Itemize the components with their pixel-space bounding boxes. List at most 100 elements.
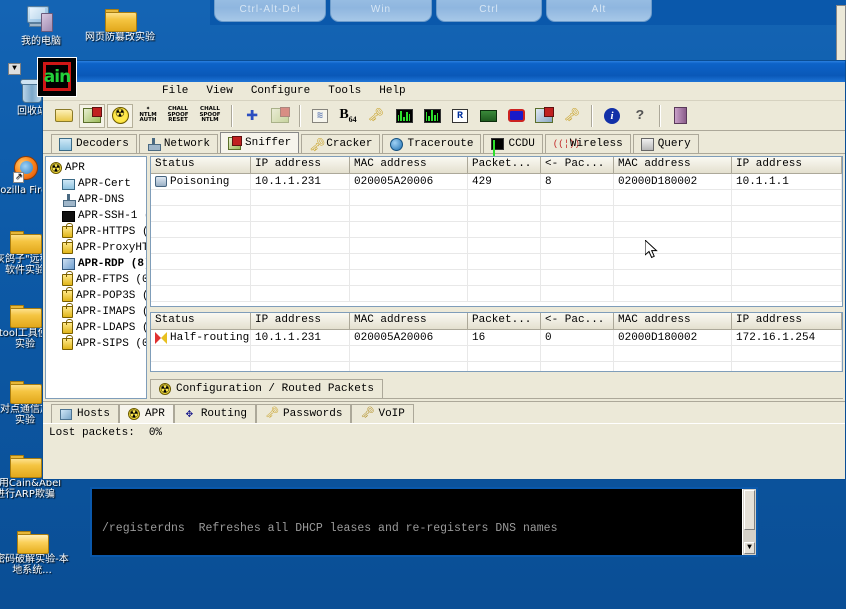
console-scrollbar[interactable]: ▼ [742, 489, 756, 555]
toolbar-base64-button[interactable]: B64 [335, 104, 361, 128]
rdp-win-button[interactable]: Win [330, 0, 432, 22]
tree-node-apr-dns[interactable]: APR-DNS [48, 192, 144, 208]
apr-tree-panel[interactable]: APR APR-Cert APR-DNS APR-SSH-1 (0) APR-H… [45, 156, 147, 399]
cell-mac-address-2: 02000D180002 [614, 174, 732, 189]
toolbar-hash-calculator-button[interactable]: ≋ [307, 104, 333, 128]
tree-node-apr-ftps[interactable]: APR-FTPS (0) [48, 271, 146, 288]
table-row[interactable]: Half-routing 10.1.1.231 020005A20006 16 … [151, 330, 842, 347]
apr-poisoning-grid[interactable]: Status IP address MAC address Packet... … [150, 156, 843, 308]
toolbar-cisco-key-button[interactable]: 🗝 [363, 104, 389, 128]
toolbar-wireless-monitor-button[interactable] [503, 104, 529, 128]
bottom-tab-passwords[interactable]: 🗝 Passwords [256, 404, 352, 423]
toolbar-traceroute-button[interactable] [531, 104, 557, 128]
menu-bar: File View Configure Tools Help [43, 82, 845, 101]
column-header-ip-address[interactable]: IP address [251, 313, 350, 330]
cain-content-area: APR APR-Cert APR-DNS APR-SSH-1 (0) APR-H… [43, 154, 845, 401]
tree-node-apr-sips[interactable]: APR-SIPS (0) [48, 335, 146, 352]
toolbar-remote-desktop-button[interactable] [475, 104, 501, 128]
toolbar-rsa-secureid-button[interactable] [391, 104, 417, 128]
tree-node-apr-pop3s[interactable]: APR-POP3S (0) [48, 287, 146, 304]
tree-node-apr-proxyhttps[interactable]: APR-ProxyHTTPS (0) [48, 239, 146, 256]
column-header-ip-address-2[interactable]: IP address [732, 313, 842, 330]
menu-configure[interactable]: Configure [242, 83, 319, 99]
move-arrows-icon: ✥ [185, 406, 193, 421]
bottom-tab-routing[interactable]: ✥ Routing [173, 404, 257, 423]
toolbar-start-stop-sniffer-button[interactable] [79, 103, 105, 128]
menu-help[interactable]: Help [370, 83, 414, 99]
window-dropdown-arrow-icon[interactable]: ▼ [8, 63, 21, 75]
scroll-down-arrow-icon[interactable]: ▼ [744, 542, 755, 554]
tree-node-apr-cert[interactable]: APR-Cert [48, 176, 144, 192]
desktop-icon-my-computer[interactable]: 我的电脑 [4, 6, 78, 47]
column-header-packets-back[interactable]: <- Pac... [541, 157, 614, 173]
menu-tools[interactable]: Tools [319, 83, 370, 99]
tab-network[interactable]: Network [138, 134, 219, 153]
toolbar-help-button[interactable]: ? [627, 104, 653, 128]
toolbar-start-stop-apr-button[interactable] [107, 103, 133, 128]
bottom-tab-apr[interactable]: APR [119, 404, 174, 424]
command-prompt-window[interactable]: /registerdns Refreshes all DHCP leases a… [90, 487, 758, 557]
cell-ip-address: 10.1.1.231 [251, 174, 350, 189]
tab-ccdu[interactable]: CCDU [483, 134, 543, 165]
desktop-icon-password-crack[interactable]: 密码破解实验-本地系统... [0, 528, 69, 576]
desktop-icon-web-tamper[interactable]: 网页防篡改实验 [83, 6, 157, 43]
tab-sniffer[interactable]: Sniffer [220, 132, 300, 153]
cell-packets: 429 [468, 174, 541, 189]
toolbar-about-button[interactable]: i [599, 104, 625, 128]
column-header-packets[interactable]: Packet... [468, 157, 541, 173]
column-header-packets-back[interactable]: <- Pac... [541, 313, 614, 330]
column-header-status[interactable]: Status [151, 157, 251, 173]
rdp-ctrl-alt-del-button[interactable]: Ctrl-Alt-Del [214, 0, 326, 22]
tab-decoders[interactable]: Decoders [51, 134, 137, 153]
tree-node-apr-https[interactable]: APR-HTTPS (0) [48, 223, 146, 240]
tree-node-label: APR-SSH-1 (0) [78, 210, 146, 222]
tree-node-apr-ssh-1[interactable]: APR-SSH-1 (0) [48, 208, 146, 224]
column-header-packets[interactable]: Packet... [468, 313, 541, 330]
rdp-ctrl-button[interactable]: Ctrl [436, 0, 542, 22]
toolbar-open-file-button[interactable] [51, 104, 77, 128]
column-header-ip-address[interactable]: IP address [251, 157, 350, 173]
toolbar-vpn-decoder-button[interactable] [419, 104, 445, 128]
tree-node-apr-ldaps[interactable]: APR-LDAPS (0) [48, 319, 146, 336]
table-row-empty: ....... [151, 346, 842, 363]
radiation-icon [159, 381, 171, 399]
bottom-tab-voip[interactable]: 🗝 VoIP [351, 404, 414, 423]
toolbar-chall-spoof-ntlm-button[interactable]: CHALL SPOOF NTLM [195, 104, 225, 128]
column-header-ip-address-2[interactable]: IP address [732, 157, 842, 173]
cain-title-bar[interactable]: ▼ ain [8, 57, 845, 97]
column-header-mac-address-2[interactable]: MAC address [614, 157, 732, 173]
toolbar-remove-button[interactable] [267, 104, 293, 128]
toolbar-access-db-password-button[interactable]: 🗝 [559, 104, 585, 128]
background-window-sliver [836, 5, 846, 65]
scrollbar-thumb[interactable] [744, 490, 755, 530]
toolbar-exit-button[interactable] [667, 104, 693, 128]
menu-file[interactable]: File [153, 83, 197, 99]
lock-icon [62, 303, 73, 318]
apr-routing-grid[interactable]: Status IP address MAC address Packet... … [150, 312, 843, 373]
column-header-status[interactable]: Status [151, 313, 251, 330]
tab-cracker[interactable]: 🗝 Cracker [301, 134, 381, 153]
column-header-mac-address[interactable]: MAC address [350, 313, 468, 330]
tab-traceroute[interactable]: Traceroute [382, 134, 482, 153]
tree-node-apr-root[interactable]: APR [48, 160, 144, 178]
column-header-mac-address-2[interactable]: MAC address [614, 313, 732, 330]
tab-query[interactable]: Query [632, 134, 699, 153]
rdp-alt-button[interactable]: Alt [546, 0, 652, 22]
toolbar-ntlm-auth-button[interactable]: ✦ NTLM AUTH [135, 104, 161, 128]
menu-view[interactable]: View [197, 83, 241, 99]
toolbar-add-to-list-button[interactable]: ✚ [239, 104, 265, 128]
toolbar-ie-passwords-button[interactable]: R [447, 104, 473, 128]
mouse-cursor [645, 240, 658, 259]
column-header-mac-address[interactable]: MAC address [350, 157, 468, 173]
sub-tab-configuration-routed-packets[interactable]: Configuration / Routed Packets [150, 379, 384, 399]
bottom-tab-hosts[interactable]: Hosts [51, 404, 120, 423]
ccdu-bars-icon [491, 138, 505, 165]
tree-node-apr-imaps[interactable]: APR-IMAPS (0) [48, 303, 146, 320]
cain-logo-icon[interactable]: ain [37, 57, 77, 97]
table-row[interactable]: Poisoning 10.1.1.231 020005A20006 429 8 … [151, 174, 842, 190]
toolbar-chall-spoof-reset-button[interactable]: CHALL SPOOF RESET [163, 104, 193, 128]
tree-node-label: APR-Cert [78, 178, 131, 190]
folder-icon [10, 228, 42, 254]
tree-node-apr-rdp[interactable]: APR-RDP (8) [48, 256, 146, 272]
tab-wireless[interactable]: ((¦)) Wireless [544, 134, 631, 153]
